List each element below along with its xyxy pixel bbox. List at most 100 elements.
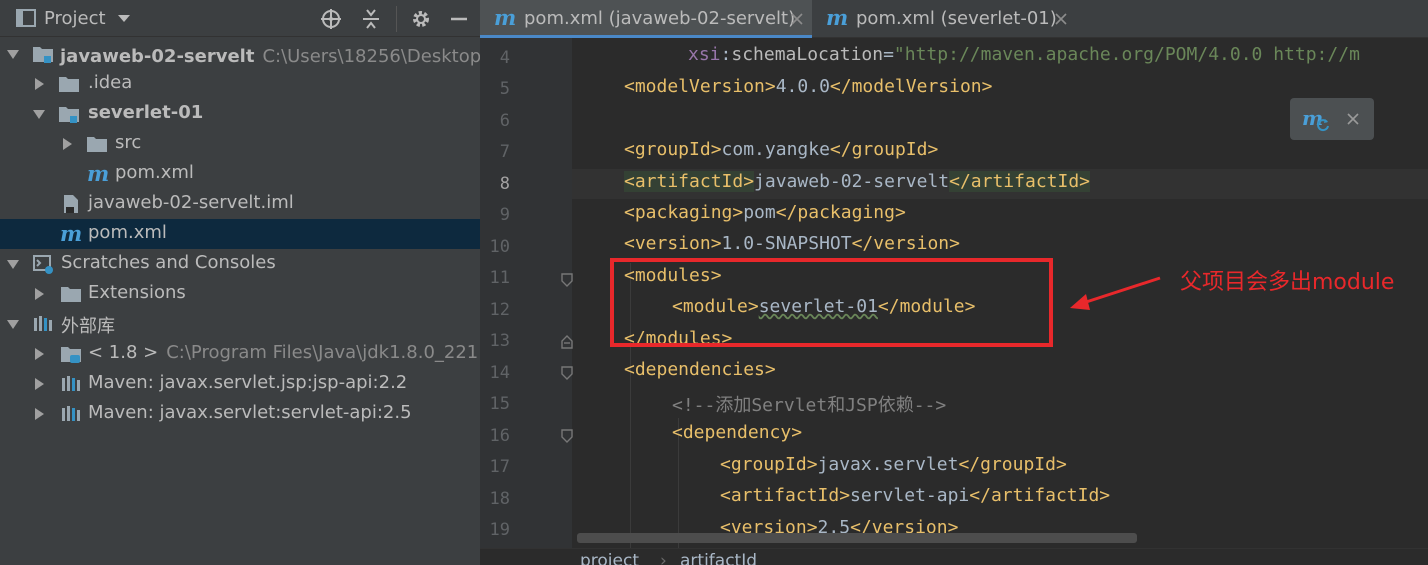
tree-item-label: Extensions [88, 282, 186, 303]
line-number: 10 [489, 237, 510, 257]
line-number: 13 [489, 331, 510, 351]
tree-item-severlet-01[interactable]: severlet-01 [0, 99, 480, 129]
tree-item-idea[interactable]: .idea [0, 69, 480, 99]
maven-reload-popup[interactable]: m [1290, 98, 1374, 140]
code-line-8: <artifactId>javaweb-02-servelt</artifact… [572, 169, 1428, 199]
line-number: 15 [489, 394, 510, 414]
line-number: 19 [489, 520, 510, 540]
locate-icon[interactable] [320, 8, 342, 30]
project-panel-header: Project [0, 0, 480, 37]
tree-item-jdk[interactable]: < 1.8 > C:\Program Files\Java\jdk1.8.0_22… [0, 339, 480, 369]
tree-item-servlet-api[interactable]: Maven: javax.servlet:servlet-api:2.5 [0, 399, 480, 429]
breadcrumb: project › artifactId [480, 548, 1428, 565]
module-folder-icon [59, 107, 79, 123]
module-folder-icon [33, 47, 53, 63]
close-icon[interactable] [1054, 12, 1068, 26]
line-number: 5 [499, 79, 510, 99]
tree-item-child-pom[interactable]: m pom.xml [0, 159, 480, 189]
line-number: 12 [489, 300, 510, 320]
tab-label: pom.xml (severlet-01) [856, 8, 1057, 29]
code-line-5: <modelVersion>4.0.0</modelVersion> [624, 76, 993, 97]
close-icon[interactable] [1346, 112, 1360, 126]
line-number: 11 [489, 268, 510, 288]
line-number: 18 [489, 489, 510, 509]
chevron-down-icon[interactable] [116, 10, 132, 26]
chevron-right-icon[interactable] [32, 77, 46, 91]
library-icon [62, 406, 80, 421]
chevron-right-icon[interactable] [32, 287, 46, 301]
tree-item-label: severlet-01 [88, 102, 204, 123]
collapse-all-icon[interactable] [360, 8, 382, 30]
chevron-down-icon[interactable] [6, 257, 20, 271]
annotation-highlight-box [610, 258, 1053, 347]
code-line-7: <groupId>com.yangke</groupId> [624, 139, 939, 160]
editor-tab-bar: m pom.xml (javaweb-02-servelt) m pom.xml… [480, 0, 1428, 38]
code-line-4: xsi:schemaLocation="http://maven.apache.… [688, 44, 1360, 65]
tab-pom-child[interactable]: m pom.xml (severlet-01) [812, 0, 1072, 38]
tree-item-label: src [115, 132, 142, 153]
scratches-icon [33, 255, 53, 274]
tree-item-iml[interactable]: javaweb-02-servelt.iml [0, 189, 480, 219]
line-number: 16 [489, 426, 510, 446]
tree-item-scratches[interactable]: Scratches and Consoles [0, 249, 480, 279]
hide-panel-icon[interactable] [448, 8, 470, 30]
tree-item-external-libraries[interactable]: 外部库 [0, 309, 480, 339]
maven-file-icon: m [87, 161, 110, 186]
line-number: 7 [499, 142, 510, 162]
reload-icon[interactable] [1316, 118, 1330, 132]
tree-item-label: pom.xml [115, 162, 194, 183]
chevron-down-icon[interactable] [32, 107, 46, 121]
line-number: 9 [499, 205, 510, 225]
maven-file-icon: m [494, 5, 517, 30]
horizontal-scrollbar[interactable] [577, 533, 1137, 543]
annotation-arrow-icon [1070, 276, 1161, 310]
library-icon [62, 376, 80, 391]
code-line-15: <!--添加Servlet和JSP依赖--> [672, 395, 947, 416]
code-line-9: <packaging>pom</packaging> [624, 202, 906, 223]
breadcrumb-item[interactable]: project [580, 551, 639, 565]
close-icon[interactable] [790, 12, 804, 26]
maven-file-icon: m [826, 5, 849, 30]
gear-icon[interactable] [410, 8, 432, 30]
tree-item-extensions[interactable]: Extensions [0, 279, 480, 309]
tree-item-root-pom[interactable]: m pom.xml [0, 219, 480, 249]
tree-item-label: pom.xml [88, 222, 167, 243]
chevron-down-icon[interactable] [6, 317, 20, 331]
breadcrumb-separator-icon: › [660, 551, 667, 565]
toolbar-divider [396, 6, 397, 32]
line-number: 14 [489, 363, 510, 383]
folder-icon [87, 137, 107, 152]
chevron-right-icon[interactable] [32, 377, 46, 391]
iml-file-icon [64, 195, 78, 213]
tree-item-label: 外部库 [61, 316, 115, 337]
chevron-right-icon[interactable] [60, 137, 74, 151]
chevron-right-icon[interactable] [32, 347, 46, 361]
code-line-18: <artifactId>servlet-api</artifactId> [720, 485, 1111, 506]
tree-item-label: Maven: javax.servlet:servlet-api:2.5 [88, 402, 412, 423]
tree-item-label: javaweb-02-servelt.iml [88, 192, 294, 213]
line-number: 4 [499, 48, 510, 68]
library-icon [34, 316, 52, 331]
jdk-folder-icon [61, 347, 81, 363]
project-panel-title[interactable]: Project [44, 8, 106, 29]
tab-pom-parent[interactable]: m pom.xml (javaweb-02-servelt) [480, 0, 812, 38]
tree-item-label: javaweb-02-servelt C:\Users\18256\Desktop… [60, 42, 480, 68]
maven-file-icon: m [60, 221, 83, 246]
breadcrumb-item[interactable]: artifactId [680, 551, 757, 565]
tree-item-path: C:\Users\18256\Desktop\代码 [262, 46, 480, 67]
tab-label: pom.xml (javaweb-02-servelt) [524, 8, 796, 29]
tree-item-label: < 1.8 > C:\Program Files\Java\jdk1.8.0_22… [88, 342, 479, 363]
tree-item-src[interactable]: src [0, 129, 480, 159]
chevron-down-icon[interactable] [6, 47, 20, 61]
tree-item-jsp-api[interactable]: Maven: javax.servlet.jsp:jsp-api:2.2 [0, 369, 480, 399]
line-number: 6 [499, 111, 510, 131]
chevron-right-icon[interactable] [32, 407, 46, 421]
tree-item-label: Maven: javax.servlet.jsp:jsp-api:2.2 [88, 372, 408, 393]
tree-item-project-root[interactable]: javaweb-02-servelt C:\Users\18256\Desktop… [0, 39, 480, 69]
line-number-gutter: 4 5 6 7 8 9 10 11 12 13 14 15 16 17 18 1… [480, 38, 573, 565]
folder-icon [59, 77, 79, 92]
annotation-text: 父项目会多出module [1180, 270, 1395, 295]
folder-icon [61, 287, 81, 302]
tree-item-label: Scratches and Consoles [61, 252, 276, 273]
tree-item-label: .idea [88, 72, 133, 93]
